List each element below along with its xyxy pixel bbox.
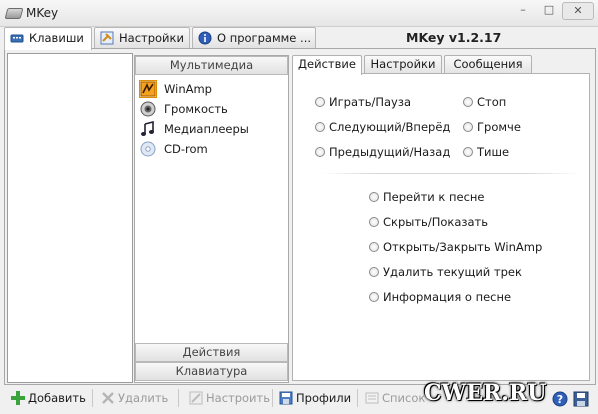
separator: [321, 173, 579, 174]
radio-dot[interactable]: [463, 147, 473, 157]
toolbar-separator: [92, 389, 93, 407]
category-winamp-label: WinAmp: [164, 82, 212, 96]
tab-keys-label: Клавиши: [29, 31, 84, 45]
list-button-label: Список: [382, 391, 426, 405]
radio-dot[interactable]: [463, 122, 473, 132]
hotkey-list[interactable]: [7, 53, 133, 383]
radio-dot[interactable]: [463, 97, 473, 107]
subtab-settings[interactable]: Настройки: [364, 55, 442, 73]
help-icon[interactable]: ?: [552, 391, 568, 407]
title-bar: MKey – □ ✕: [0, 0, 598, 27]
radio-quieter-label: Тише: [477, 145, 510, 159]
window-title: MKey: [26, 6, 59, 20]
radio-hide-show-label: Скрыть/Показать: [383, 215, 489, 229]
tab-about-label: О программе ...: [217, 31, 311, 45]
delete-button[interactable]: Удалить: [100, 389, 172, 407]
configure-icon: [189, 391, 203, 405]
settings-icon: [100, 31, 114, 45]
delete-button-label: Удалить: [118, 391, 169, 405]
tab-keys[interactable]: Клавиши: [4, 27, 92, 50]
actions-header[interactable]: Действия: [135, 343, 288, 362]
radio-previous-label: Предыдущий/Назад: [329, 145, 451, 159]
main-frame: Мультимедиа WinAmp Громкость Медиаплееры: [4, 48, 596, 385]
radio-delete-track-label: Удалить текущий трек: [383, 265, 522, 279]
toolbar-separator: [272, 389, 273, 407]
radio-play-pause-label: Играть/Пауза: [329, 95, 412, 109]
radio-goto-song-label: Перейти к песне: [383, 190, 485, 204]
close-button[interactable]: ✕: [562, 2, 594, 20]
info-icon: [198, 31, 212, 45]
minimize-button[interactable]: –: [511, 2, 535, 18]
tab-about[interactable]: О программе ...: [192, 27, 316, 48]
subtab-messages[interactable]: Сообщения: [444, 55, 532, 73]
multimedia-header[interactable]: Мультимедиа: [135, 56, 288, 75]
radio-dot[interactable]: [369, 217, 379, 227]
radio-next-label: Следующий/Вперёд: [329, 120, 451, 134]
tab-settings-label: Настройки: [119, 31, 184, 45]
list-icon: [365, 392, 379, 404]
list-button[interactable]: Список: [364, 389, 426, 407]
radio-dot[interactable]: [369, 267, 379, 277]
profiles-button[interactable]: Профили: [278, 389, 354, 407]
configure-button-label: Настроить: [206, 391, 271, 405]
category-mediaplayers-label: Медиаплееры: [164, 122, 249, 136]
category-panel: Мультимедиа WinAmp Громкость Медиаплееры: [134, 55, 289, 383]
watermark: CWER.RU: [424, 380, 547, 406]
radio-song-info-label: Информация о песне: [383, 290, 512, 304]
subtab-action[interactable]: Действие: [292, 55, 362, 75]
svg-text:?: ?: [557, 393, 563, 406]
profiles-icon: [279, 391, 293, 405]
version-label: MKey v1.2.17: [406, 30, 502, 45]
radio-dot[interactable]: [369, 192, 379, 202]
music-note-icon: [141, 121, 154, 136]
radio-dot[interactable]: [315, 97, 325, 107]
profiles-button-label: Профили: [296, 391, 352, 405]
radio-dot[interactable]: [369, 292, 379, 302]
add-button-label: Добавить: [28, 391, 86, 405]
keyboard-icon: [10, 34, 24, 43]
delete-icon: [102, 392, 114, 404]
radio-open-close-winamp-label: Открыть/Закрыть WinAmp: [383, 240, 543, 254]
radio-dot[interactable]: [315, 122, 325, 132]
cd-icon: [140, 141, 156, 157]
maximize-button[interactable]: □: [538, 2, 560, 18]
plus-icon: [11, 391, 25, 405]
radio-dot[interactable]: [369, 242, 379, 252]
winamp-icon: [139, 80, 157, 98]
tab-settings[interactable]: Настройки: [94, 27, 190, 48]
radio-dot[interactable]: [315, 147, 325, 157]
configure-button[interactable]: Настроить: [188, 389, 270, 407]
category-volume-label: Громкость: [164, 102, 228, 116]
add-button[interactable]: Добавить: [10, 389, 90, 407]
category-cdrom-label: CD-rom: [164, 142, 208, 156]
app-keyboard-icon: [4, 8, 24, 19]
save-icon[interactable]: [573, 391, 589, 407]
radio-louder-label: Громче: [477, 120, 521, 134]
toolbar-separator: [178, 389, 179, 407]
toolbar-separator: [357, 389, 358, 407]
keyboard-header[interactable]: Клавиатура: [135, 362, 288, 381]
action-tab-body: Играть/Пауза Следующий/Вперёд Предыдущий…: [292, 73, 590, 381]
action-panel: Действие Настройки Сообщения Играть/Пауз…: [292, 55, 590, 381]
speaker-icon: [140, 101, 156, 117]
radio-stop-label: Стоп: [477, 95, 507, 109]
